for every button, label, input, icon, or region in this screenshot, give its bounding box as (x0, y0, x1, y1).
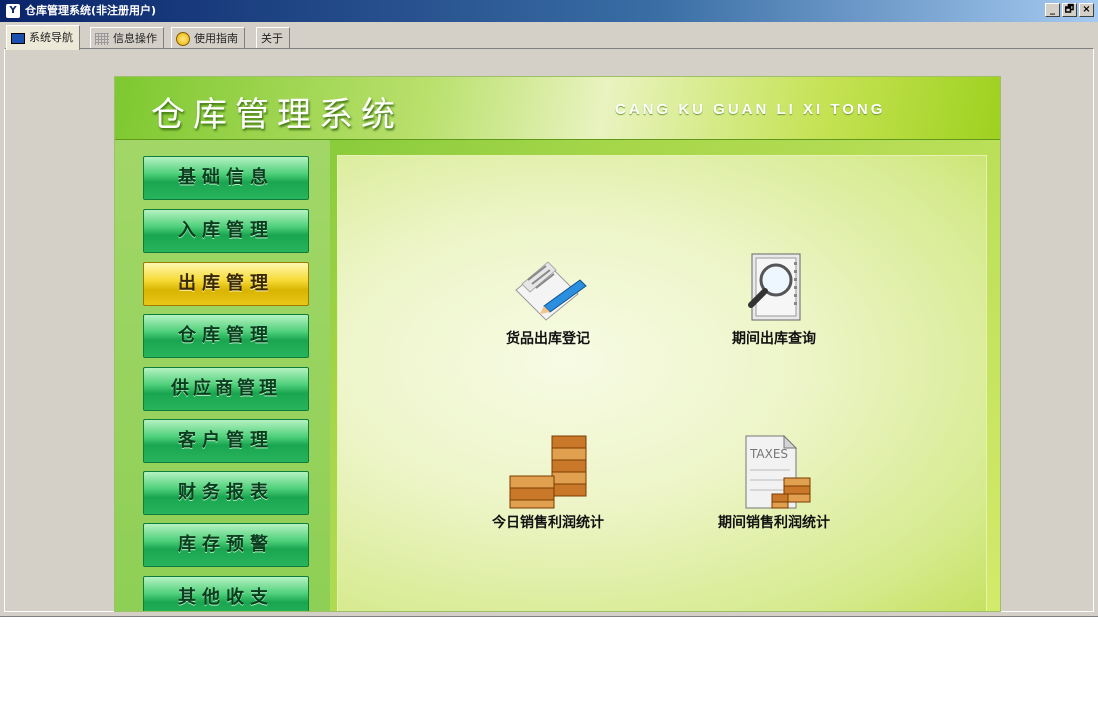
menu-customer-button[interactable]: 客户管理 (143, 419, 309, 463)
navigation-panel: 仓库管理系统 CANG KU GUAN LI XI TONG 基础信息 入库管理… (114, 76, 1001, 612)
app-title: 仓库管理系统 (151, 95, 403, 135)
app-logo-icon: Y (6, 4, 20, 18)
tab-label: 信息操作 (113, 31, 157, 45)
grid-icon (95, 32, 109, 45)
tab-bar: 系统导航 信息操作 使用指南 关于 (0, 25, 1098, 50)
help-icon (176, 31, 190, 46)
taxes-document-icon: TAXES (734, 434, 814, 510)
app-header: 仓库管理系统 CANG KU GUAN LI XI TONG (115, 77, 1000, 140)
menu-stock-alert-button[interactable]: 库存预警 (143, 523, 309, 567)
close-button[interactable]: × (1079, 3, 1094, 17)
feature-area: 货品出库登记 期间出库查询 今日销售利润统计 TAXES 期间销售利润统计 (337, 155, 987, 611)
menu-supplier-button[interactable]: 供应商管理 (143, 367, 309, 411)
menu-basic-info-button[interactable]: 基础信息 (143, 156, 309, 200)
feature-outbound-register[interactable]: 货品出库登记 (458, 250, 638, 348)
tab-label: 关于 (261, 31, 283, 45)
app-subtitle: CANG KU GUAN LI XI TONG (615, 101, 886, 118)
restore-button[interactable]: 🗗 (1062, 3, 1077, 17)
minimize-button[interactable]: _ (1045, 3, 1060, 17)
menu-other-income-button[interactable]: 其他收支 (143, 576, 309, 611)
menu-inbound-button[interactable]: 入库管理 (143, 209, 309, 253)
svg-text:TAXES: TAXES (749, 447, 788, 461)
nav-icon (11, 32, 25, 44)
feature-label: 期间销售利润统计 (718, 515, 830, 531)
feature-label: 期间出库查询 (732, 331, 816, 347)
app-window: Y 仓库管理系统(非注册用户) _ 🗗 × 系统导航 信息操作 使用指南 关于 … (0, 0, 1098, 617)
tab-system-navigation[interactable]: 系统导航 (6, 25, 80, 50)
feature-period-outbound-query[interactable]: 期间出库查询 (684, 250, 864, 348)
feature-period-profit-stats[interactable]: TAXES 期间销售利润统计 (684, 434, 864, 532)
coin-stacks-icon (508, 434, 588, 510)
feature-today-profit-stats[interactable]: 今日销售利润统计 (458, 434, 638, 532)
menu-warehouse-button[interactable]: 仓库管理 (143, 314, 309, 358)
menu-financial-report-button[interactable]: 财务报表 (143, 471, 309, 515)
menu-outbound-button[interactable]: 出库管理 (143, 262, 309, 306)
tab-label: 使用指南 (194, 31, 238, 45)
tab-user-guide[interactable]: 使用指南 (171, 27, 245, 49)
magnifier-document-icon (734, 250, 814, 326)
feature-label: 今日销售利润统计 (492, 515, 604, 531)
tab-about[interactable]: 关于 (256, 27, 290, 49)
title-bar[interactable]: Y 仓库管理系统(非注册用户) _ 🗗 × (0, 0, 1098, 22)
feature-label: 货品出库登记 (506, 331, 590, 347)
tab-info-operations[interactable]: 信息操作 (90, 27, 164, 49)
tab-label: 系统导航 (29, 31, 73, 44)
window-title: 仓库管理系统(非注册用户) (25, 4, 157, 17)
document-pen-icon (508, 250, 588, 326)
sidebar-menu: 基础信息 入库管理 出库管理 仓库管理 供应商管理 客户管理 财务报表 库存预警… (115, 140, 330, 611)
